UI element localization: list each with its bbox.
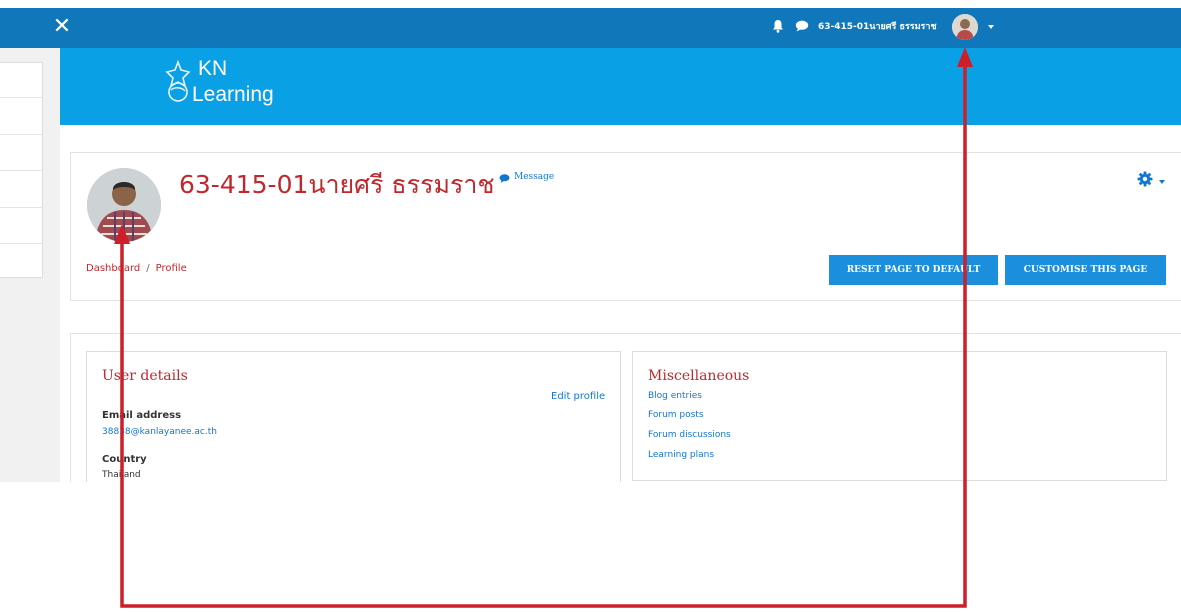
drawer-item[interactable] bbox=[0, 170, 43, 171]
avatar bbox=[87, 168, 161, 242]
blog-entries-link[interactable]: Blog entries bbox=[648, 390, 702, 403]
page-title: 63-415-01นายศรี ธรรมราช bbox=[179, 170, 495, 199]
customise-page-button[interactable]: CUSTOMISE THIS PAGE bbox=[1005, 255, 1166, 285]
chat-bubble-icon[interactable] bbox=[795, 20, 809, 32]
forum-posts-link[interactable]: Forum posts bbox=[648, 409, 704, 422]
nav-drawer bbox=[0, 62, 43, 278]
breadcrumb-profile[interactable]: Profile bbox=[156, 263, 187, 274]
email-value[interactable]: 38838@kanlayanee.ac.th bbox=[102, 426, 217, 439]
user-menu-name[interactable]: 63-415-01นายศรี ธรรมราช bbox=[818, 20, 937, 34]
user-details-title: User details bbox=[102, 368, 188, 384]
drawer-item[interactable] bbox=[0, 134, 43, 135]
email-label: Email address bbox=[102, 410, 182, 421]
breadcrumb: Dashboard / Profile bbox=[86, 262, 187, 276]
reset-page-button[interactable]: RESET PAGE TO DEFAULT bbox=[829, 255, 998, 285]
message-icon[interactable] bbox=[499, 174, 510, 183]
logo-icon bbox=[165, 59, 191, 102]
miscellaneous-title: Miscellaneous bbox=[648, 368, 750, 384]
learning-plans-link[interactable]: Learning plans bbox=[648, 449, 714, 462]
edit-profile-link[interactable]: Edit profile bbox=[551, 390, 605, 404]
top-navbar: ✕ 63-415-01นายศรี ธรรมราช bbox=[0, 8, 1181, 48]
chevron-down-icon[interactable] bbox=[988, 25, 994, 29]
profile-page: ✕ 63-415-01นายศรี ธรรมราช KN Learning 63… bbox=[0, 0, 1181, 612]
logo-text-kn: KN bbox=[198, 57, 228, 80]
logo-text-learning: Learning bbox=[192, 83, 274, 106]
bell-icon[interactable] bbox=[772, 19, 784, 33]
breadcrumb-dashboard[interactable]: Dashboard bbox=[86, 263, 140, 274]
breadcrumb-separator: / bbox=[146, 263, 150, 274]
country-label: Country bbox=[102, 454, 147, 465]
drawer-item[interactable] bbox=[0, 243, 43, 244]
forum-discussions-link[interactable]: Forum discussions bbox=[648, 429, 731, 442]
user-menu-avatar[interactable] bbox=[952, 14, 978, 40]
drawer-item[interactable] bbox=[0, 207, 43, 208]
country-value: Thailand bbox=[102, 470, 141, 480]
drawer-item[interactable] bbox=[0, 97, 43, 98]
chevron-down-icon[interactable] bbox=[1159, 180, 1165, 184]
gear-icon[interactable] bbox=[1137, 171, 1153, 187]
close-icon[interactable]: ✕ bbox=[50, 14, 74, 40]
blank-area bbox=[0, 482, 1181, 612]
message-link[interactable]: Message bbox=[514, 171, 554, 183]
